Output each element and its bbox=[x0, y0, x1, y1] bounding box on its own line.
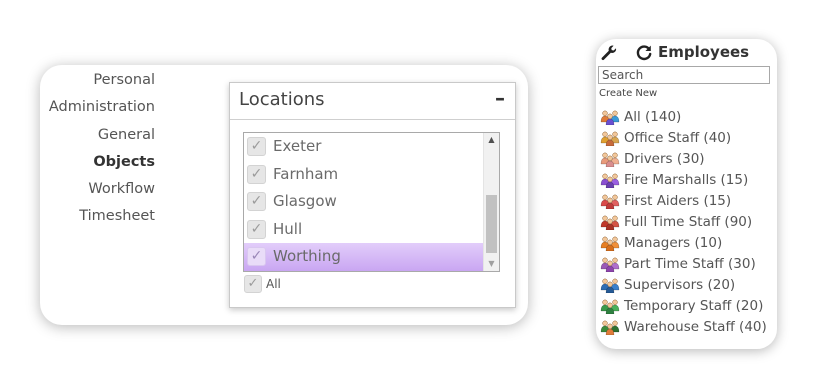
group-item-supervisors[interactable]: Supervisors (20) bbox=[600, 275, 777, 296]
create-new-link[interactable]: Create New bbox=[599, 88, 657, 99]
group-item-temporary-staff[interactable]: Temporary Staff (20) bbox=[600, 296, 777, 317]
menu-item-timesheet[interactable]: Timesheet bbox=[40, 203, 155, 230]
refresh-icon[interactable] bbox=[635, 44, 653, 62]
group-label: Office Staff (40) bbox=[624, 130, 732, 146]
location-item-worthing[interactable]: ✓ Worthing bbox=[244, 243, 483, 271]
group-item-office-staff[interactable]: Office Staff (40) bbox=[600, 128, 777, 149]
menu-item-administration[interactable]: Administration bbox=[40, 94, 155, 121]
group-item-fire-marshalls[interactable]: Fire Marshalls (15) bbox=[600, 170, 777, 191]
group-label: Full Time Staff (90) bbox=[624, 214, 753, 230]
employees-title: Employees bbox=[658, 43, 750, 61]
people-group-icon bbox=[600, 173, 620, 188]
employee-group-list: All (140) Office Staff (40) Drivers (30)… bbox=[600, 107, 777, 338]
group-label: Temporary Staff (20) bbox=[624, 298, 764, 314]
people-group-icon bbox=[600, 110, 620, 125]
group-label: Fire Marshalls (15) bbox=[624, 172, 749, 188]
people-group-icon bbox=[600, 131, 620, 146]
location-item-glasgow[interactable]: ✓ Glasgow bbox=[244, 188, 483, 216]
employees-card: Employees Create New All (140) Office St… bbox=[596, 39, 777, 349]
minus-icon[interactable]: – bbox=[495, 86, 505, 110]
checkmark-icon[interactable]: ✓ bbox=[247, 247, 266, 266]
search-input[interactable] bbox=[598, 66, 770, 84]
checkmark-icon[interactable]: ✓ bbox=[247, 164, 266, 184]
select-all-checkbox[interactable]: ✓ All bbox=[244, 274, 324, 294]
group-item-part-time-staff[interactable]: Part Time Staff (30) bbox=[600, 254, 777, 275]
group-label: Managers (10) bbox=[624, 235, 723, 251]
menu-item-workflow[interactable]: Workflow bbox=[40, 176, 155, 203]
select-all-label: All bbox=[266, 277, 281, 291]
locations-scrollbar[interactable]: ▲ ▼ bbox=[483, 133, 499, 271]
group-label: Drivers (30) bbox=[624, 151, 705, 167]
group-label: Supervisors (20) bbox=[624, 277, 736, 293]
location-label: Glasgow bbox=[273, 192, 337, 210]
people-group-icon bbox=[600, 299, 620, 314]
settings-menu: Personal Administration General Objects … bbox=[40, 67, 155, 231]
group-label: Part Time Staff (30) bbox=[624, 256, 756, 272]
location-label: Exeter bbox=[273, 137, 322, 155]
checkmark-icon[interactable]: ✓ bbox=[247, 219, 266, 239]
people-group-icon bbox=[600, 194, 620, 209]
location-item-hull[interactable]: ✓ Hull bbox=[244, 216, 483, 244]
location-label: Hull bbox=[273, 219, 303, 238]
group-item-managers[interactable]: Managers (10) bbox=[600, 233, 777, 254]
people-group-icon bbox=[600, 215, 620, 230]
group-item-full-time-staff[interactable]: Full Time Staff (90) bbox=[600, 212, 777, 233]
locations-panel: Locations – ✓ Exeter ✓ Farnham ✓ Glasgow… bbox=[229, 82, 516, 308]
group-item-warehouse-staff[interactable]: Warehouse Staff (40) bbox=[600, 317, 777, 338]
scroll-up-arrow-icon[interactable]: ▲ bbox=[484, 133, 499, 147]
group-label: All (140) bbox=[624, 109, 682, 125]
employees-header: Employees bbox=[596, 43, 777, 65]
location-item-exeter[interactable]: ✓ Exeter bbox=[244, 133, 483, 161]
checkmark-icon[interactable]: ✓ bbox=[244, 275, 262, 293]
checkmark-icon[interactable]: ✓ bbox=[247, 137, 266, 156]
location-label: Farnham bbox=[273, 164, 339, 183]
location-item-farnham[interactable]: ✓ Farnham bbox=[244, 161, 483, 189]
group-label: First Aiders (15) bbox=[624, 193, 732, 209]
people-group-icon bbox=[600, 257, 620, 272]
group-item-first-aiders[interactable]: First Aiders (15) bbox=[600, 191, 777, 212]
settings-card: Personal Administration General Objects … bbox=[40, 65, 528, 325]
menu-item-general[interactable]: General bbox=[40, 122, 155, 149]
group-item-drivers[interactable]: Drivers (30) bbox=[600, 149, 777, 170]
locations-listbox[interactable]: ✓ Exeter ✓ Farnham ✓ Glasgow ✓ Hull ✓ Wo… bbox=[243, 132, 500, 272]
checkmark-icon[interactable]: ✓ bbox=[247, 192, 266, 211]
scroll-down-arrow-icon[interactable]: ▼ bbox=[484, 257, 499, 271]
menu-item-objects[interactable]: Objects bbox=[40, 149, 155, 176]
scroll-thumb[interactable] bbox=[486, 195, 497, 253]
group-label: Warehouse Staff (40) bbox=[624, 319, 767, 335]
locations-title: Locations bbox=[239, 89, 325, 110]
people-group-icon bbox=[600, 236, 620, 251]
locations-header: Locations – bbox=[230, 83, 515, 120]
menu-item-personal[interactable]: Personal bbox=[40, 67, 155, 94]
group-item-all[interactable]: All (140) bbox=[600, 107, 777, 128]
location-label: Worthing bbox=[273, 247, 341, 265]
people-group-icon bbox=[600, 320, 620, 335]
wrench-icon[interactable] bbox=[600, 44, 618, 62]
people-group-icon bbox=[600, 152, 620, 167]
people-group-icon bbox=[600, 278, 620, 293]
